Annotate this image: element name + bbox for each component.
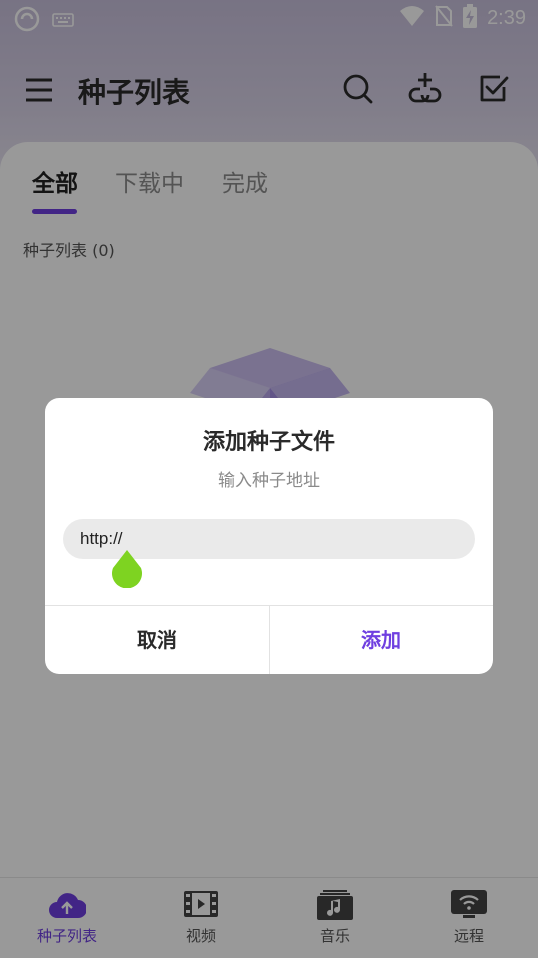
add-torrent-dialog: 添加种子文件 输入种子地址 取消 添加 <box>45 398 493 674</box>
text-cursor-handle[interactable] <box>111 550 143 592</box>
cancel-button[interactable]: 取消 <box>45 606 269 674</box>
add-button[interactable]: 添加 <box>269 606 493 674</box>
dialog-subtitle: 输入种子地址 <box>218 471 320 491</box>
dialog-title: 添加种子文件 <box>202 430 335 455</box>
